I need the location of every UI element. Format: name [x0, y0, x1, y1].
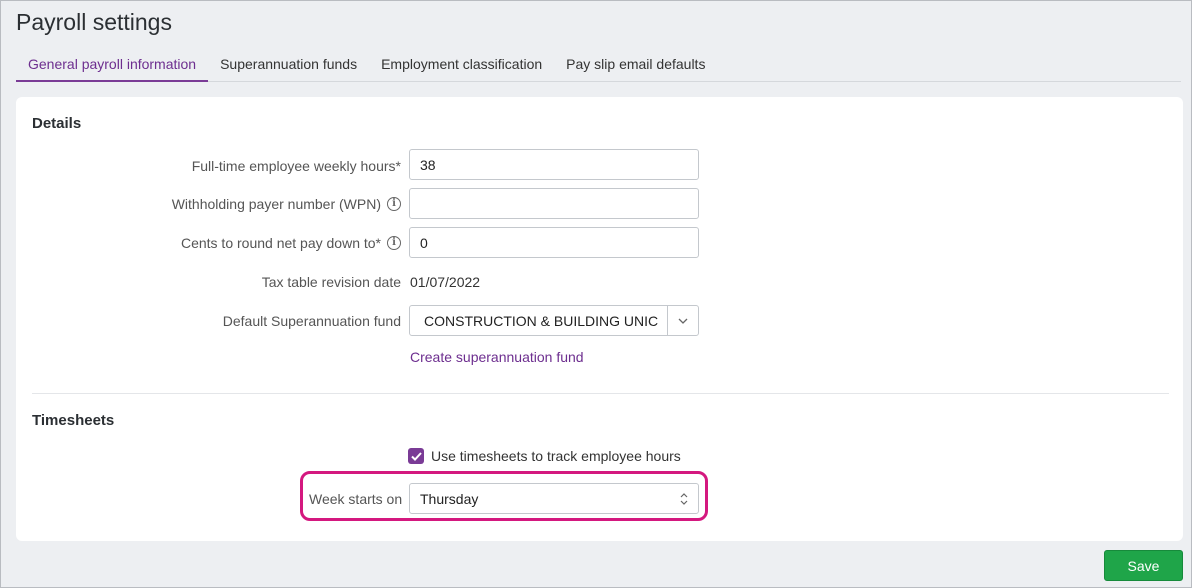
week-starts-value: Thursday	[420, 490, 479, 507]
chevron-down-icon[interactable]	[667, 306, 698, 335]
tax-table-label: Tax table revision date	[261, 274, 401, 290]
week-starts-label: Week starts on	[309, 491, 403, 507]
tab-general-payroll-information[interactable]: General payroll information	[16, 47, 209, 82]
rounding-input[interactable]	[409, 227, 699, 258]
details-heading: Details	[32, 115, 82, 132]
super-fund-value: CONSTRUCTION & BUILDING UNIC	[424, 312, 659, 329]
weekly-hours-input[interactable]	[409, 149, 699, 180]
tab-pay-slip-email-defaults[interactable]: Pay slip email defaults	[554, 47, 717, 81]
section-divider	[32, 393, 1169, 394]
page-title: Payroll settings	[16, 9, 172, 35]
use-timesheets-label: Use timesheets to track employee hours	[431, 448, 681, 464]
create-superannuation-fund-link[interactable]: Create superannuation fund	[410, 349, 584, 365]
use-timesheets-checkbox[interactable]	[408, 448, 424, 464]
tab-superannuation-funds[interactable]: Superannuation funds	[208, 47, 369, 81]
use-timesheets-row: Use timesheets to track employee hours	[408, 448, 681, 464]
week-starts-select[interactable]: Thursday	[409, 483, 699, 514]
info-icon[interactable]: i	[387, 236, 401, 250]
tax-table-date: 01/07/2022	[410, 274, 481, 290]
checkmark-icon	[410, 451, 422, 461]
up-down-icon	[680, 492, 688, 506]
settings-card: Details Full-time employee weekly hours*…	[16, 97, 1183, 541]
timesheets-heading: Timesheets	[32, 412, 115, 429]
save-button[interactable]: Save	[1104, 550, 1183, 581]
super-fund-select[interactable]: CONSTRUCTION & BUILDING UNIC	[409, 305, 699, 336]
tab-employment-classification[interactable]: Employment classification	[369, 47, 554, 81]
info-icon[interactable]: i	[387, 197, 401, 211]
rounding-label: Cents to round net pay down to* i	[181, 235, 401, 251]
wpn-input[interactable]	[409, 188, 699, 219]
weekly-hours-label: Full-time employee weekly hours*	[191, 158, 401, 174]
tab-bar: General payroll information Superannuati…	[16, 47, 1181, 82]
super-fund-label: Default Superannuation fund	[222, 313, 401, 329]
wpn-label: Withholding payer number (WPN) i	[172, 196, 401, 212]
